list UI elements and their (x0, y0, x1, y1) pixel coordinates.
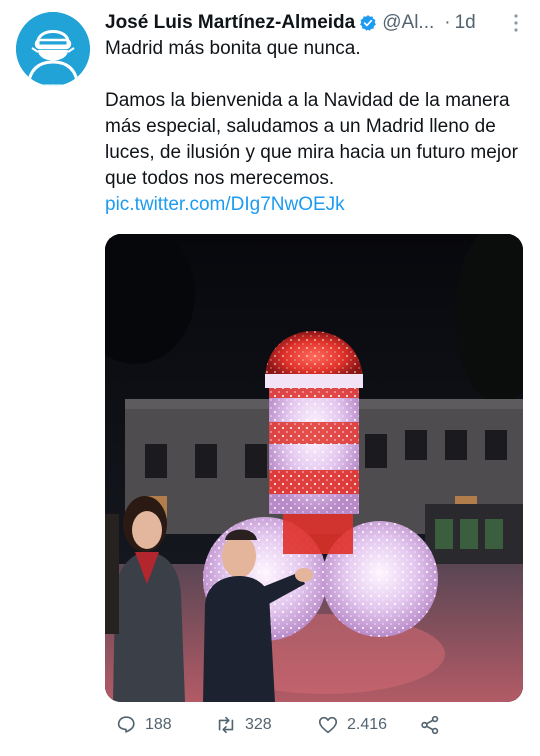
more-vertical-icon[interactable] (511, 12, 521, 34)
reply-button[interactable]: 188 (115, 714, 172, 736)
reply-icon (117, 716, 135, 733)
separator-dot: · (444, 12, 451, 33)
like-button[interactable]: 2.416 (317, 714, 387, 736)
tweet-text-body: Damos la bienvenida a la Navidad de la m… (105, 90, 518, 189)
share-button[interactable] (419, 714, 441, 736)
tweet-photo[interactable] (105, 234, 523, 702)
verified-badge-icon (359, 14, 377, 32)
tweet-header: José Luis Martínez-Almeida @Al... · 1d (105, 10, 525, 36)
author-handle[interactable]: @Al... (382, 12, 434, 34)
tweet-timestamp[interactable]: 1d (455, 12, 476, 34)
retweet-button[interactable]: 328 (215, 714, 272, 736)
share-icon (421, 715, 439, 735)
masked-man-avatar-icon (16, 12, 90, 86)
tweet-text: Madrid más bonita que nunca. Damos la bi… (105, 36, 525, 218)
christmas-lights-photo (105, 234, 523, 702)
tweet-text-line1: Madrid más bonita que nunca. (105, 38, 361, 59)
author-name[interactable]: José Luis Martínez-Almeida (105, 12, 355, 34)
like-count: 2.416 (347, 716, 388, 733)
tweet-media-link[interactable]: pic.twitter.com/DIg7NwOEJk (105, 194, 345, 215)
reply-count: 188 (145, 716, 172, 733)
heart-icon (318, 716, 338, 734)
retweet-icon (218, 716, 234, 734)
tweet-actions: 188 328 2.416 (105, 708, 525, 742)
avatar[interactable] (16, 12, 90, 86)
retweet-count: 328 (245, 716, 272, 733)
